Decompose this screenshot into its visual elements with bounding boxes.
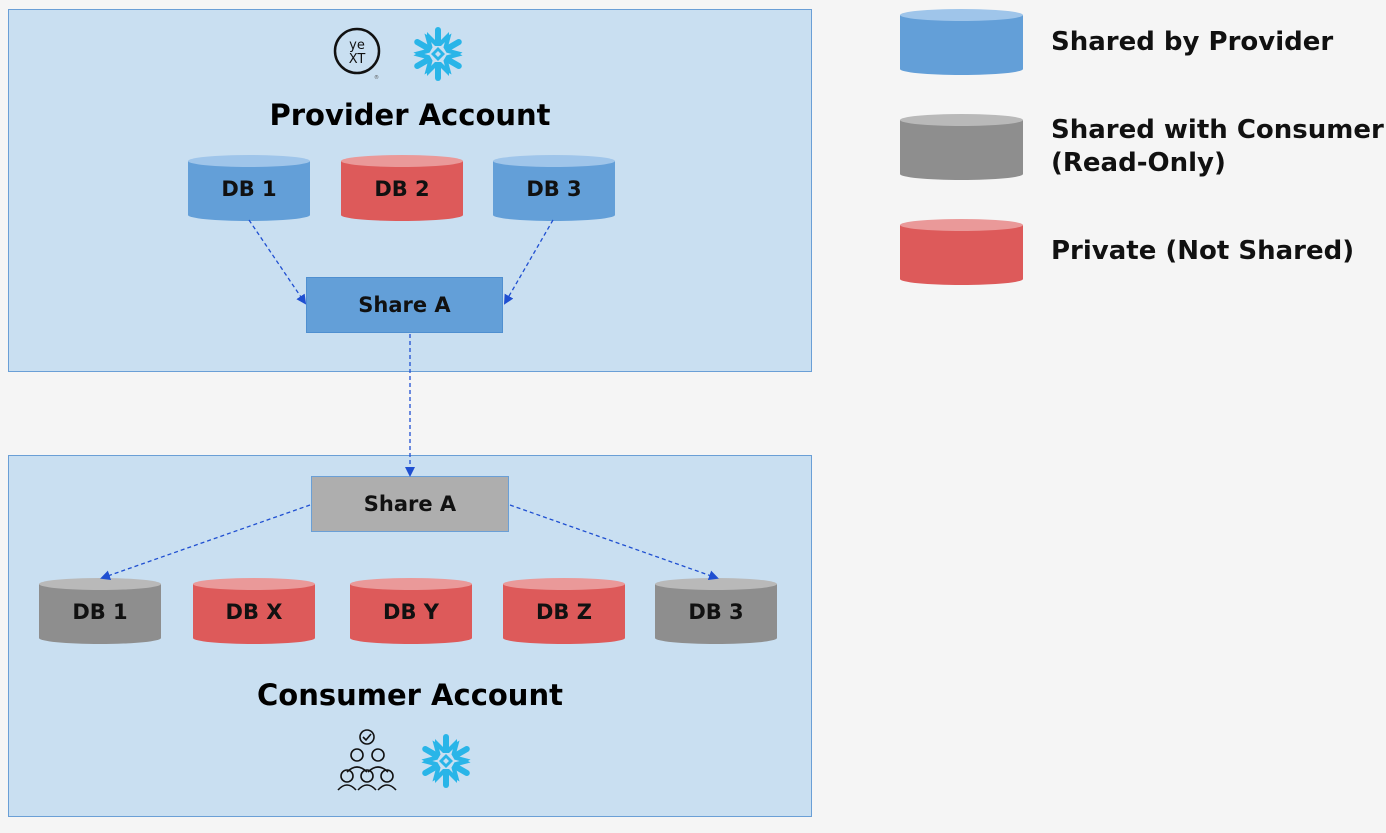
legend-label-private: Private (Not Shared) (1051, 236, 1355, 266)
arrow-db1-to-share (248, 219, 307, 305)
legend-label-line1: Shared with Consumer (1051, 115, 1384, 145)
legend-label-shared-with-consumer: Shared with Consumer (Read-Only) (1051, 114, 1384, 180)
legend-swatch-shared-by-provider (900, 9, 1023, 75)
legend-swatch-shared-with-consumer (900, 114, 1023, 180)
arrow-share-to-consumer-db1 (100, 504, 311, 581)
legend-label-line2: (Read-Only) (1051, 148, 1226, 178)
legend-label-shared-by-provider: Shared by Provider (1051, 27, 1334, 57)
legend-swatch-private (900, 219, 1023, 285)
arrow-share-to-consumer-db3 (509, 504, 719, 581)
arrow-db3-to-share (503, 219, 554, 305)
